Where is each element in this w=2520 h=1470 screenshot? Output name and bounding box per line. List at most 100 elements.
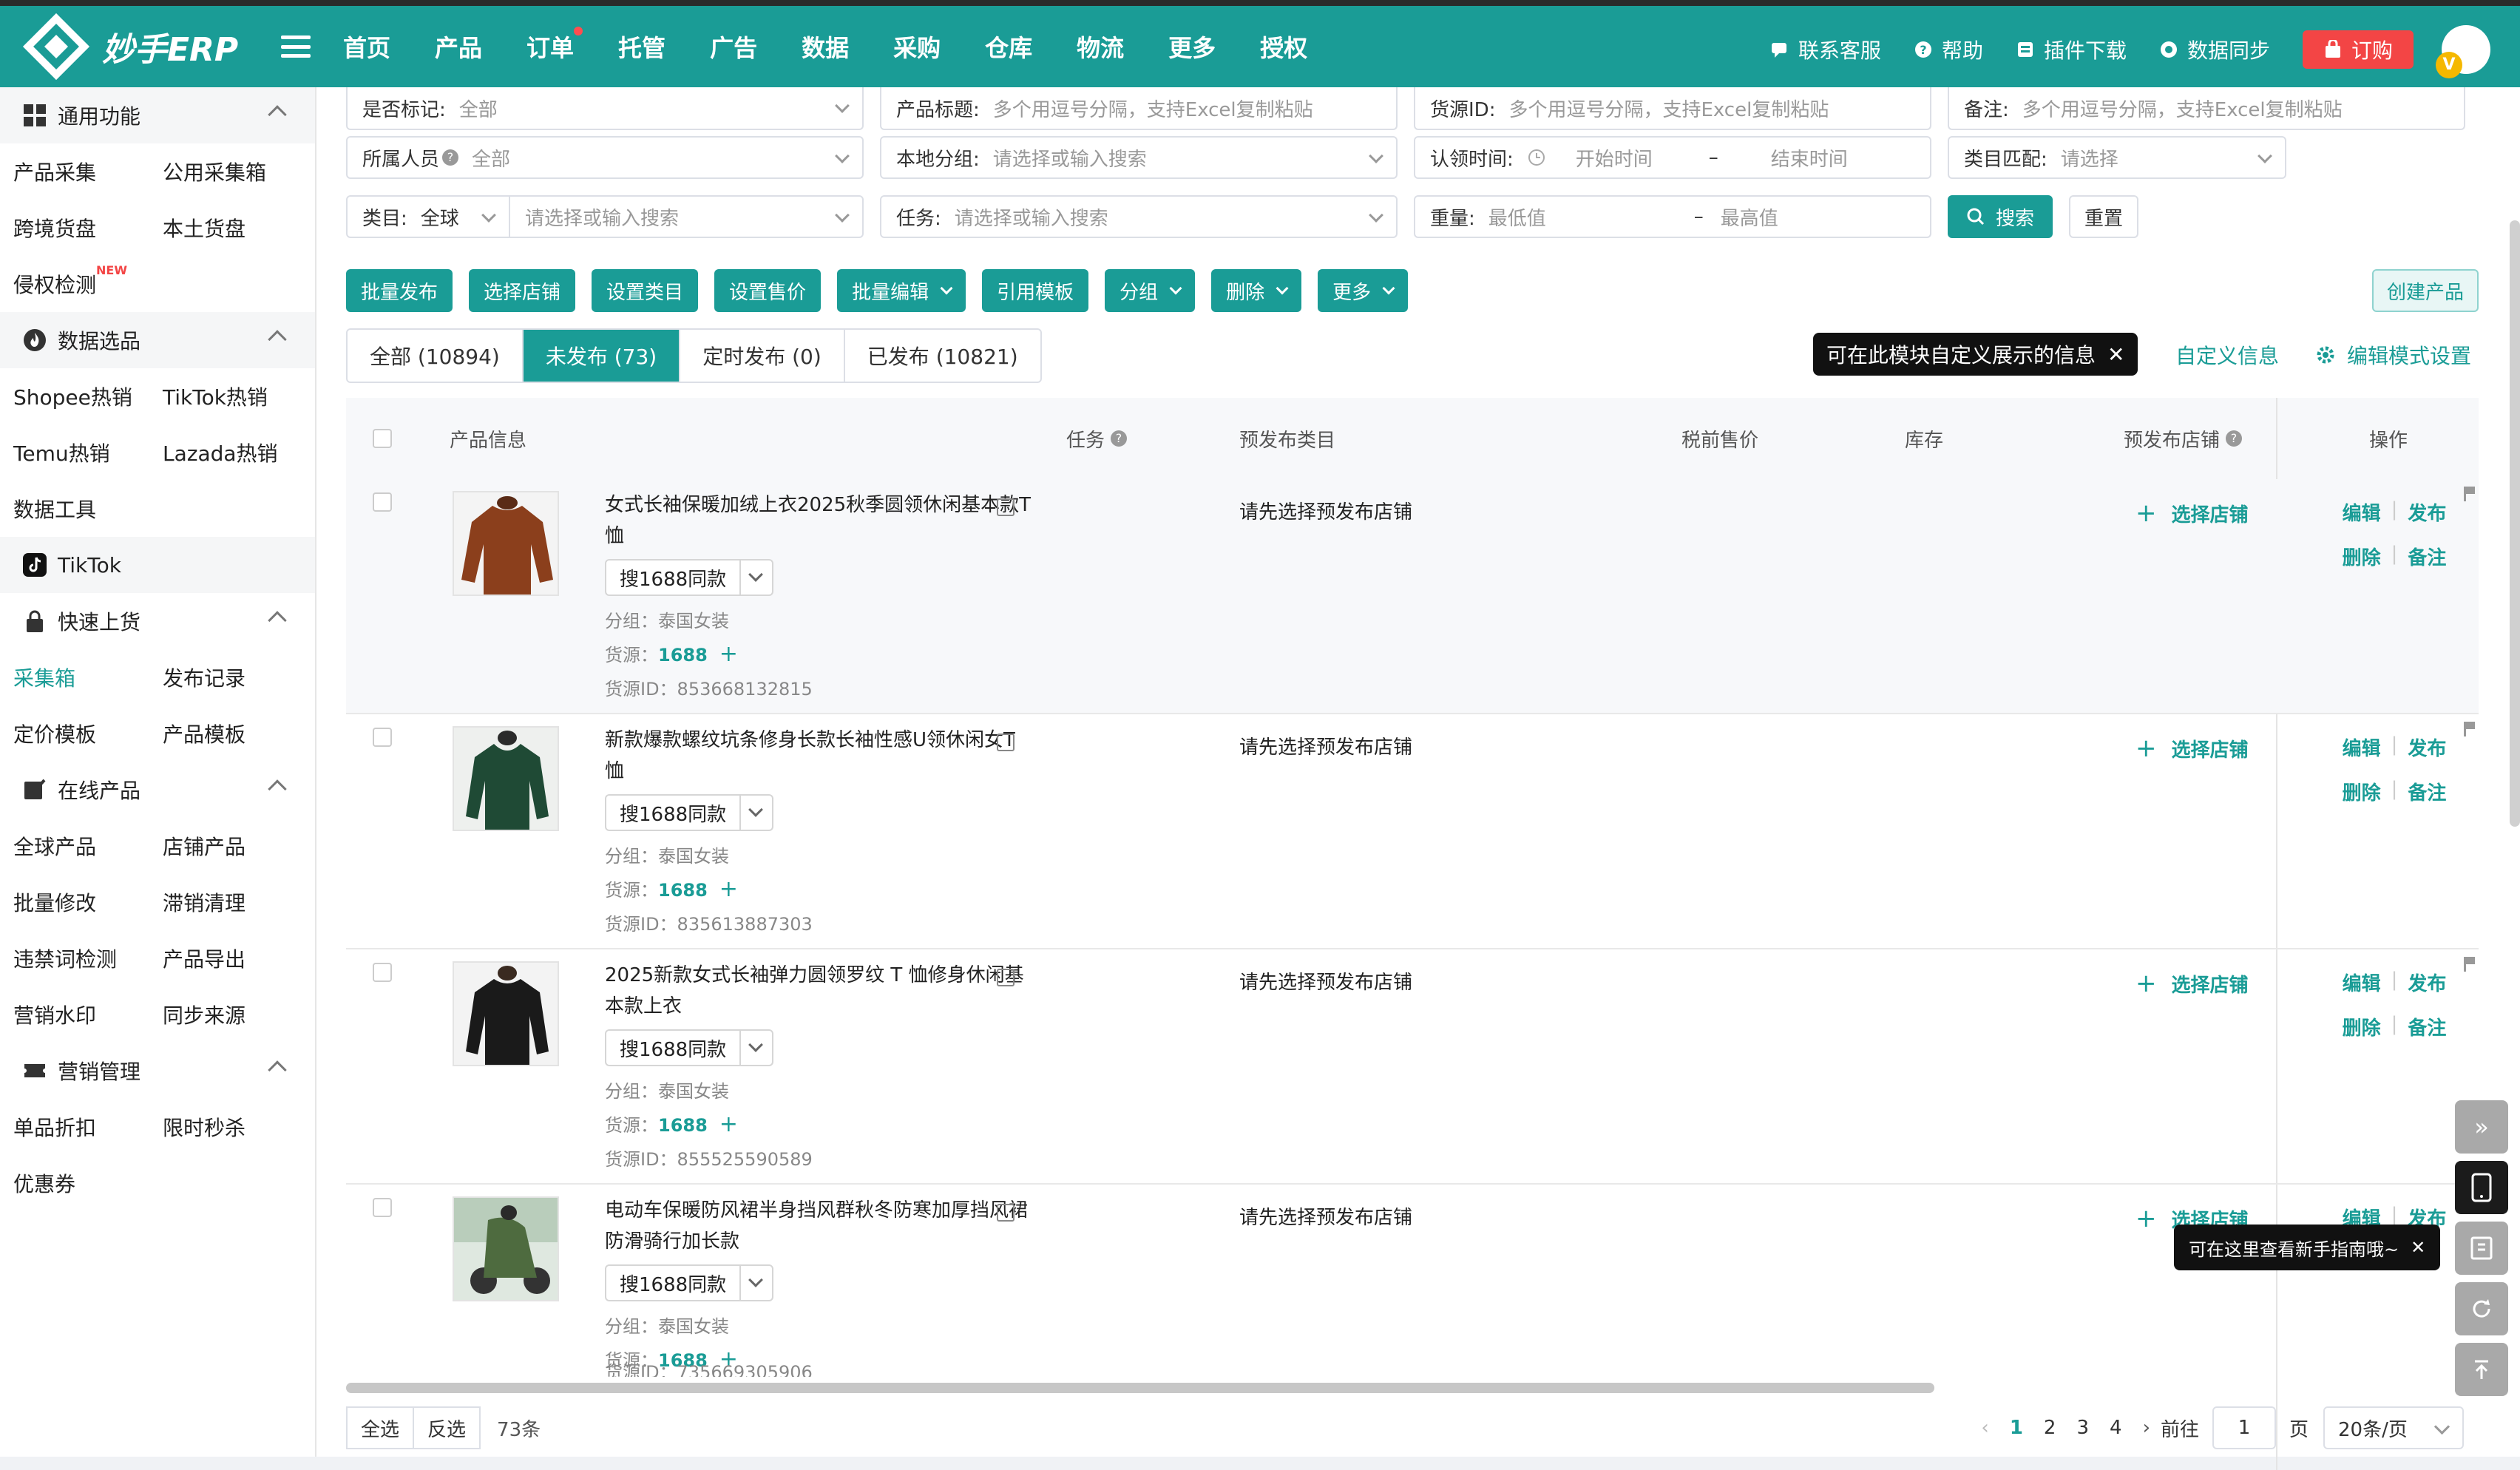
plugin-download-link[interactable]: 插件下载 [2016,35,2127,64]
product-thumbnail[interactable] [453,726,559,831]
sidebar-item-infringement-check[interactable]: 侵权检测 NEW [13,256,163,312]
sidebar-item-collect-box[interactable]: 采集箱 [13,649,163,705]
sidebar-item-slow-sellers[interactable]: 滞销清理 [163,874,312,930]
source-link[interactable]: 1688 [658,645,708,665]
sidebar-section-online-products[interactable]: 在线产品 [0,762,315,818]
delete-link[interactable]: 删除 [2343,543,2381,587]
source-link[interactable]: 1688 [658,880,708,901]
group-button[interactable]: 分组 [1105,269,1196,312]
row-checkbox[interactable] [373,492,392,512]
delete-link[interactable]: 删除 [2343,778,2381,822]
edit-link[interactable]: 编辑 [2343,734,2381,778]
product-thumbnail[interactable] [453,491,559,596]
claim-time-range[interactable]: 认领时间: 开始时间 – 结束时间 [1414,136,1931,179]
product-title[interactable]: 新款爆款螺纹坑条修身长款长袖性感U领休闲女T恤 [605,725,1034,787]
select-store-link[interactable]: + 选择店铺 [2135,498,2249,528]
nav-order[interactable]: 订单 [526,27,583,64]
row-checkbox[interactable] [373,1198,392,1217]
page-4[interactable]: 4 [2110,1417,2122,1439]
product-title[interactable]: 2025新款女式长袖弹力圆领罗纹 T 恤修身休闲基本款上衣 [605,960,1034,1022]
support-link[interactable]: 联系客服 [1770,35,1881,64]
prev-page-icon[interactable]: ‹ [1981,1417,1988,1439]
menu-toggle-icon[interactable] [281,35,311,58]
delete-link[interactable]: 删除 [2343,1013,2381,1057]
sidebar-item-coupon[interactable]: 优惠券 [13,1155,163,1211]
more-button[interactable]: 更多 [1318,269,1409,312]
search-button[interactable]: 搜索 [1948,195,2053,238]
product-title[interactable]: 电动车保暖防风裙半身挡风群秋冬防寒加厚挡风裙防滑骑行加长款 [605,1195,1034,1257]
sidebar-item-store-products[interactable]: 店铺产品 [163,818,312,874]
nav-hosting[interactable]: 托管 [618,30,665,64]
tab-all[interactable]: 全部 (10894) [348,330,524,382]
delete-button[interactable]: 删除 [1211,269,1302,312]
select-all-checkbox[interactable] [373,398,392,479]
search-1688-button[interactable]: 搜1688同款 [605,794,774,831]
select-store-link[interactable]: + 选择店铺 [2135,734,2249,763]
task-select[interactable]: 任务: 请选择或输入搜索 [880,195,1398,238]
remark-link[interactable]: 备注 [2408,778,2446,822]
collapse-chevron-icon[interactable] [268,611,287,630]
product-title[interactable]: 女式长袖保暖加绒上衣2025秋季圆领休闲基本款T恤 [605,490,1034,552]
sidebar-item-shopee-hot[interactable]: Shopee热销 [13,368,163,424]
product-thumbnail[interactable] [453,961,559,1066]
batch-edit-button[interactable]: 批量编辑 [837,269,966,312]
close-icon[interactable]: ✕ [2411,1237,2425,1258]
data-sync-link[interactable]: 数据同步 [2159,35,2270,64]
vertical-scrollbar[interactable] [2510,220,2520,827]
add-source-icon[interactable]: + [719,641,738,667]
search-1688-button[interactable]: 搜1688同款 [605,1264,774,1301]
invert-selection-button[interactable]: 反选 [414,1406,481,1449]
page-1[interactable]: 1 [2010,1417,2023,1439]
apply-template-button[interactable]: 引用模板 [982,269,1089,312]
remark-input[interactable]: 备注: 多个用逗号分隔，支持Excel复制粘贴 [1948,87,2465,130]
custom-info-link[interactable]: 自定义信息 [2175,340,2279,370]
expand-panel-icon[interactable]: » [2455,1100,2508,1154]
sidebar-item-local-supply[interactable]: 本土货盘 [163,200,312,256]
back-to-top-icon[interactable] [2455,1343,2508,1396]
category-select[interactable]: 类目: 全球 请选择或输入搜索 [346,195,864,238]
sidebar-item-global-products[interactable]: 全球产品 [13,818,163,874]
row-checkbox[interactable] [373,728,392,747]
sidebar-section-general[interactable]: 通用功能 [0,87,315,143]
sidebar-item-public-collect-box[interactable]: 公用采集箱 [163,143,312,200]
goto-page-input[interactable]: 1 [2212,1406,2276,1449]
chevron-down-icon[interactable] [741,560,772,595]
sidebar-item-watermark[interactable]: 营销水印 [13,986,163,1043]
tab-published[interactable]: 已发布 (10821) [845,330,1040,382]
sidebar-item-cross-border-supply[interactable]: 跨境货盘 [13,200,163,256]
collapse-chevron-icon[interactable] [268,330,287,349]
select-store-link[interactable]: + 选择店铺 [2135,969,2249,998]
nav-data[interactable]: 数据 [802,30,849,64]
chevron-down-icon[interactable] [741,796,772,830]
sidebar-item-pricing-template[interactable]: 定价模板 [13,705,163,762]
sidebar-item-sync-source[interactable]: 同步来源 [163,986,312,1043]
sidebar-section-marketing[interactable]: 营销管理 [0,1043,315,1099]
publish-link[interactable]: 发布 [2408,498,2446,543]
sidebar-item-product-collect[interactable]: 产品采集 [13,143,163,200]
create-product-button[interactable]: 创建产品 [2371,269,2479,312]
app-logo[interactable]: 妙手ERP [19,10,263,84]
sidebar-section-data-select[interactable]: 数据选品 [0,312,315,368]
edit-title-icon[interactable] [997,1204,1015,1222]
sidebar-item-batch-modify[interactable]: 批量修改 [13,874,163,930]
sidebar-item-tiktok-hot[interactable]: TikTok热销 [163,368,312,424]
source-link[interactable]: 1688 [658,1115,708,1136]
edit-title-icon[interactable] [997,734,1015,751]
tab-scheduled[interactable]: 定时发布 (0) [680,330,845,382]
close-icon[interactable]: ✕ [2107,342,2124,367]
flag-icon[interactable] [2464,957,2476,972]
flag-icon[interactable] [2464,487,2476,501]
weight-range[interactable]: 重量: 最低值 – 最高值 [1414,195,1931,238]
page-3[interactable]: 3 [2076,1417,2089,1439]
nav-warehouse[interactable]: 仓库 [985,30,1032,64]
publish-link[interactable]: 发布 [2408,734,2446,778]
collapse-chevron-icon[interactable] [268,105,287,124]
nav-product[interactable]: 产品 [435,30,482,64]
sidebar-item-publish-records[interactable]: 发布记录 [163,649,312,705]
collapse-chevron-icon[interactable] [268,779,287,799]
sidebar-item-product-export[interactable]: 产品导出 [163,930,312,986]
collapse-chevron-icon[interactable] [268,1060,287,1080]
search-1688-button[interactable]: 搜1688同款 [605,559,774,596]
flag-icon[interactable] [2464,722,2476,736]
page-size-select[interactable]: 20条/页 [2323,1406,2464,1449]
